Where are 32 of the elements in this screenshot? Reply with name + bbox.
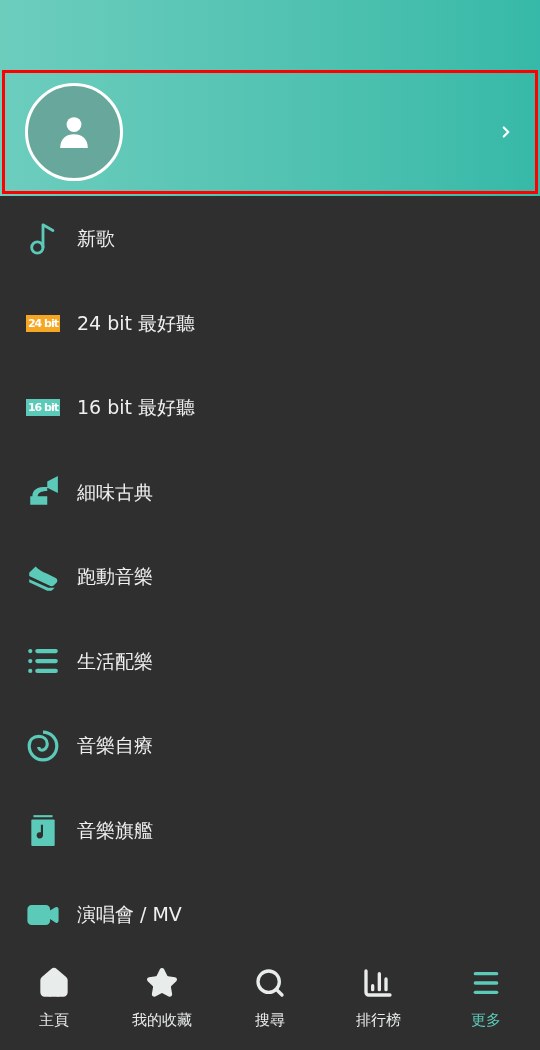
menu-item[interactable]: 音樂自療 — [0, 703, 540, 788]
nav-tab[interactable]: 搜尋 — [216, 956, 324, 1050]
menu-label: 新歌 — [77, 226, 115, 252]
home-icon — [38, 966, 70, 999]
nav-tab[interactable]: 排行榜 — [324, 956, 432, 1050]
profile-row[interactable] — [2, 70, 538, 194]
menu-label: 生活配樂 — [77, 648, 153, 674]
nav-tab[interactable]: 主頁 — [0, 956, 108, 1050]
bit-badge: 24 bit — [25, 314, 60, 332]
menu-item[interactable]: 跑動音樂 — [0, 534, 540, 619]
menu-item[interactable]: 24 bit 24 bit 最好聽 — [0, 280, 540, 366]
person-icon — [57, 115, 91, 149]
menu-label: 跑動音樂 — [77, 564, 153, 590]
star-icon — [146, 966, 178, 999]
menu-item[interactable]: 演唱會 / MV — [0, 872, 540, 957]
menu-item[interactable]: 音樂旗艦 — [0, 787, 540, 873]
menu-label: 音樂自療 — [77, 733, 153, 759]
menu-label: 演唱會 / MV — [77, 902, 182, 928]
menu-item[interactable]: 細味古典 — [0, 449, 540, 535]
bit-badge: 16 bit — [25, 399, 60, 416]
menu-label: 24 bit 最好聽 — [77, 310, 196, 336]
menu-item[interactable]: 16 bit 16 bit 最好聽 — [0, 365, 540, 450]
menu-label: 音樂旗艦 — [77, 817, 153, 843]
search-icon — [254, 966, 286, 999]
menu-item[interactable]: 生活配樂 — [0, 618, 540, 704]
menu-item[interactable]: 新歌 — [0, 196, 540, 281]
menu-label: 細味古典 — [77, 479, 153, 505]
nav-tab[interactable]: 我的收藏 — [108, 956, 216, 1050]
nav-tab[interactable]: 更多 — [432, 956, 540, 1050]
spiral-icon — [26, 728, 60, 763]
menu-label: 16 bit 最好聽 — [77, 395, 196, 421]
bar-chart-icon — [362, 966, 394, 999]
